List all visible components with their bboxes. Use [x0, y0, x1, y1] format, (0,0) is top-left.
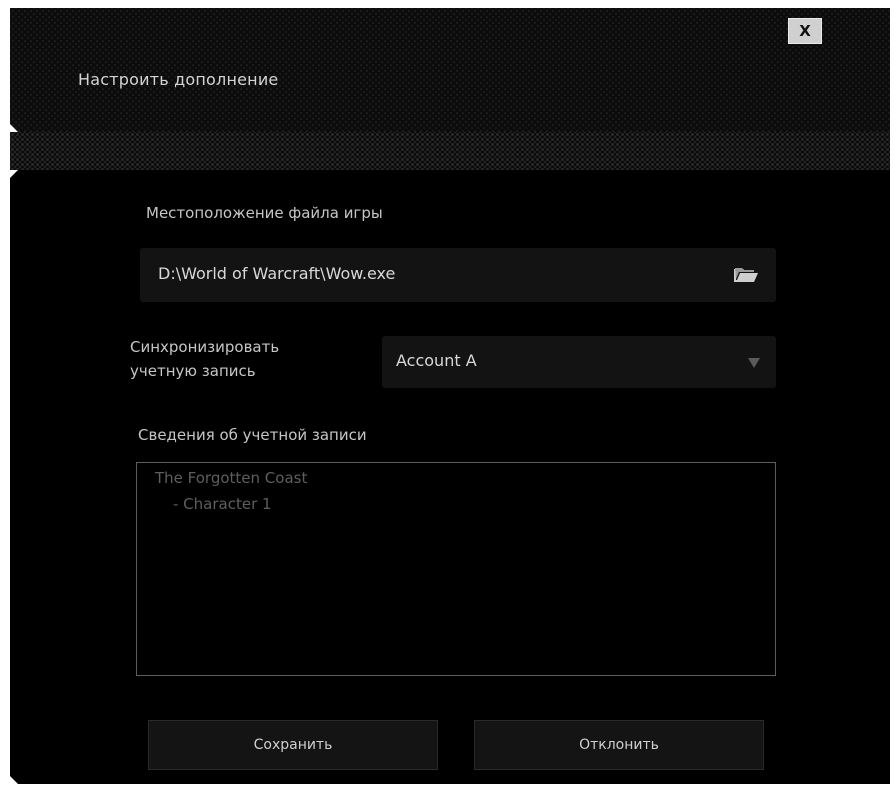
configure-addon-dialog: Настроить дополнение X Местоположение фа…	[10, 8, 890, 784]
header-separator	[10, 132, 890, 170]
folder-icon[interactable]	[732, 265, 760, 285]
save-button[interactable]: Сохранить	[148, 720, 438, 770]
game-path-value: D:\World of Warcraft\Wow.exe	[158, 264, 396, 283]
account-info-label: Сведения об учетной записи	[138, 426, 367, 444]
info-line-character: - Character 1	[173, 495, 272, 513]
chevron-down-icon	[748, 358, 760, 368]
close-button[interactable]: X	[788, 18, 822, 44]
game-path-field[interactable]: D:\World of Warcraft\Wow.exe	[140, 248, 776, 302]
cancel-button[interactable]: Отклонить	[474, 720, 764, 770]
dialog-title: Настроить дополнение	[78, 70, 279, 89]
account-dropdown-value: Account A	[396, 351, 477, 370]
dialog-header: Настроить дополнение X	[10, 8, 890, 132]
sync-account-label-line1: Синхронизировать	[130, 338, 280, 356]
game-location-label: Местоположение файла игры	[146, 204, 383, 222]
dialog-body: Местоположение файла игры D:\World of Wa…	[10, 170, 890, 784]
info-line-realm: The Forgotten Coast	[155, 469, 308, 487]
account-dropdown[interactable]: Account A	[382, 336, 776, 388]
account-info-box[interactable]: The Forgotten Coast - Character 1	[136, 462, 776, 676]
sync-account-label-line2: учетную запись	[130, 362, 256, 380]
